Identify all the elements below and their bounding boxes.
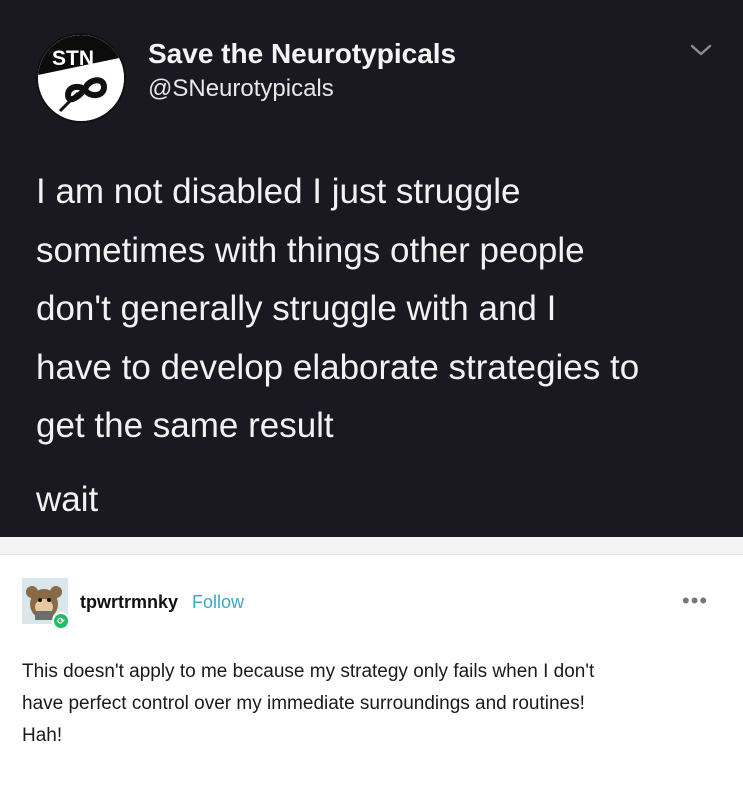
reply-username[interactable]: tpwrtrmnky: [80, 592, 178, 613]
tweet-punchline: wait: [36, 480, 99, 519]
reply-text: This doesn't apply to me because my stra…: [22, 656, 722, 752]
tweet-body: I am not disabled I just struggle someti…: [36, 163, 726, 456]
tweet-line: get the same result: [36, 406, 334, 445]
tweet-card: STN Save the Neurotypicals @SNeurotypica…: [0, 0, 743, 537]
post-divider: [0, 537, 743, 555]
display-name[interactable]: Save the Neurotypicals: [148, 38, 456, 70]
tweet-line: I am not disabled I just struggle: [36, 172, 521, 211]
ellipsis-icon[interactable]: •••: [682, 588, 708, 614]
avatar-initials: STN: [52, 47, 94, 70]
reblog-badge-icon: ⟳: [52, 612, 70, 630]
follow-button[interactable]: Follow: [192, 592, 244, 613]
reply-line: have perfect control over my immediate s…: [22, 693, 585, 714]
tweet-line: sometimes with things other people: [36, 230, 585, 270]
tweet-line: have to develop elaborate strategies to: [36, 347, 640, 387]
chevron-down-icon[interactable]: [688, 40, 714, 60]
reply-line: Hah!: [22, 725, 63, 746]
avatar-image: STN: [38, 35, 124, 121]
user-handle[interactable]: @SNeurotypicals: [148, 75, 334, 103]
profile-avatar[interactable]: STN: [36, 33, 126, 123]
reply-line: This doesn't apply to me because my stra…: [22, 661, 595, 682]
reply-post: ⟳ tpwrtrmnky Follow ••• This doesn't app…: [0, 556, 743, 789]
tweet-line: don't generally struggle with and I: [36, 289, 557, 328]
